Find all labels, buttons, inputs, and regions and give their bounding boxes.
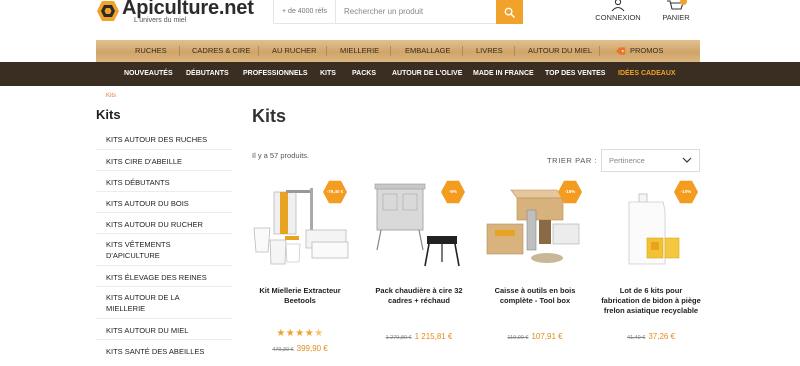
nav-item-autour-du-miel[interactable]: AUTOUR DU MIEL [528, 40, 592, 62]
product-price: 1 279,80 €1 215,81 € [369, 332, 469, 341]
nav-item-promos[interactable]: PROMOS [630, 40, 663, 62]
nav-item-autour-olive[interactable]: AUTOUR DE L'OLIVE [392, 62, 462, 86]
nav-divider [514, 46, 515, 56]
current-price: 399,90 € [296, 344, 328, 353]
search-input[interactable] [337, 0, 497, 23]
tag-icon [615, 47, 626, 55]
current-price: 1 215,81 € [414, 332, 453, 341]
nav-item-professionnels[interactable]: PROFESSIONNELS [243, 62, 308, 86]
product-price: 119,90 €107,91 € [485, 332, 585, 341]
sort-label: TRIER PAR : [547, 156, 598, 165]
brand-tagline: L'univers du miel [134, 17, 187, 24]
sidebar-item-label: KITS ÉLEVAGE DES REINES [106, 273, 207, 282]
product-name: Caisse à outils en bois complète - Tool … [494, 286, 576, 305]
sidebar-item-label: KITS AUTOUR DU BOIS [106, 199, 189, 208]
nav-item-made-in-france[interactable]: MADE IN FRANCE [473, 62, 534, 86]
search-button[interactable] [496, 0, 523, 24]
product-price: 41,40 €37,26 € [601, 332, 701, 341]
current-price: 37,26 € [648, 332, 676, 341]
nav-item-miellerie[interactable]: MIELLERIE [340, 40, 379, 62]
old-price: 1 279,80 € [385, 335, 412, 341]
login-label: CONNEXION [595, 13, 641, 22]
nav-item-livres[interactable]: LIVRES [476, 40, 503, 62]
sidebar-item-kits-vetements[interactable]: KITS VÊTEMENTS D'APICULTURE [96, 234, 232, 266]
rating-stars: ★★★★★ [276, 328, 324, 339]
sidebar-item-kits-miel[interactable]: KITS AUTOUR DU MIEL [96, 319, 232, 340]
sidebar-item-kits-miellerie[interactable]: KITS AUTOUR DE LA MIELLERIE [96, 287, 232, 319]
page-title: Kits [252, 106, 287, 126]
old-price: 41,40 € [626, 335, 646, 341]
sidebar-item-label: KITS VÊTEMENTS D'APICULTURE [106, 240, 171, 260]
site-logo[interactable]: Apiculture.net L'univers du miel [96, 0, 254, 28]
old-price: 119,90 € [507, 335, 529, 341]
sidebar-item-label: KITS AUTOUR DU RUCHER [106, 220, 203, 229]
nav-item-nouveautes[interactable]: NOUVEAUTÉS [124, 62, 173, 86]
sort-select[interactable]: Pertinence [601, 149, 700, 172]
sidebar-item-label: KITS CIRE D'ABEILLE [106, 157, 183, 166]
cart-icon [667, 0, 687, 10]
nav-item-top-ventes[interactable]: TOP DES VENTES [545, 62, 605, 86]
sidebar-item-kits-rucher[interactable]: KITS AUTOUR DU RUCHER [96, 213, 232, 234]
nav-item-au-rucher[interactable]: AU RUCHER [272, 40, 317, 62]
nav-item-cadres-cire[interactable]: CADRES & CIRE [192, 40, 250, 62]
nav-item-idees-cadeaux[interactable]: IDÉES CADEAUX [618, 62, 676, 86]
sidebar-item-kits-cire[interactable]: KITS CIRE D'ABEILLE [96, 150, 232, 171]
sidebar-item-kits-sante[interactable]: KITS SANTÉ DES ABEILLES [96, 340, 232, 361]
breadcrumb[interactable]: Kits [106, 93, 116, 99]
sidebar-item-kits-debutants[interactable]: KITS DÉBUTANTS [96, 171, 232, 192]
product-name: Pack chaudière à cire 32 cadres + réchau… [375, 286, 463, 305]
nav-divider [599, 46, 600, 56]
site-header: Apiculture.net L'univers du miel + de 40… [0, 0, 800, 40]
search-count-label: + de 4000 réfs [274, 0, 336, 23]
nav-item-kits[interactable]: KITS [320, 62, 336, 86]
sidebar-item-label: KITS AUTOUR DES RUCHES [106, 135, 208, 144]
current-price: 107,91 € [531, 332, 563, 341]
honeycomb-logo-icon [97, 1, 119, 21]
search-icon [504, 7, 515, 18]
nav-divider [326, 46, 327, 56]
cart-label: PANIER [662, 13, 690, 22]
nav-divider [258, 46, 259, 56]
sidebar-item-kits-bois[interactable]: KITS AUTOUR DU BOIS [96, 192, 232, 213]
sort-value: Pertinence [609, 156, 645, 165]
old-price: 479,30 € [272, 347, 294, 353]
sidebar-item-label: KITS AUTOUR DU MIEL [106, 326, 189, 335]
product-name: Lot de 6 kits pour fabrication de bidon … [601, 286, 701, 315]
sidebar-item-label: KITS AUTOUR DE LA MIELLERIE [106, 293, 180, 313]
product-card[interactable]: -15% Caisse à outils en bois complète - … [485, 180, 585, 366]
primary-nav: RUCHES CADRES & CIRE AU RUCHER MIELLERIE… [96, 40, 700, 62]
nav-item-ruches[interactable]: RUCHES [135, 40, 167, 62]
product-name: Kit Miellerie Extracteur Beetools [259, 286, 341, 305]
nav-divider [462, 46, 463, 56]
product-card[interactable]: -10% Lot de 6 kits pour fabrication de b… [601, 180, 701, 366]
sidebar-item-kits-ruches[interactable]: KITS AUTOUR DES RUCHES [96, 128, 232, 150]
sidebar-title: Kits [96, 107, 121, 122]
nav-item-packs[interactable]: PACKS [352, 62, 376, 86]
product-price: 479,30 €399,90 € [250, 344, 350, 353]
sidebar-item-kits-reines[interactable]: KITS ÉLEVAGE DES REINES [96, 266, 232, 287]
nav-divider [390, 46, 391, 56]
nav-divider [179, 46, 180, 56]
sidebar-item-label: KITS SANTÉ DES ABEILLES [106, 347, 205, 356]
nav-item-emballage[interactable]: EMBALLAGE [405, 40, 450, 62]
product-card[interactable]: -5% Pack chaudière à cire 32 cadres + ré… [369, 180, 469, 366]
nav-item-debutants[interactable]: DÉBUTANTS [186, 62, 229, 86]
product-count: Il y a 57 produits. [252, 151, 310, 160]
sidebar-category-list: KITS AUTOUR DES RUCHES KITS CIRE D'ABEIL… [96, 128, 232, 361]
chevron-down-icon [682, 157, 692, 163]
sidebar-item-label: KITS DÉBUTANTS [106, 178, 170, 187]
secondary-nav: NOUVEAUTÉS DÉBUTANTS PROFESSIONNELS KITS… [0, 62, 800, 86]
user-icon [611, 0, 625, 12]
search-bar: + de 4000 réfs [273, 0, 523, 24]
product-card[interactable]: -79,40 € Kit Miellerie Extracteur Beetoo… [250, 180, 350, 366]
